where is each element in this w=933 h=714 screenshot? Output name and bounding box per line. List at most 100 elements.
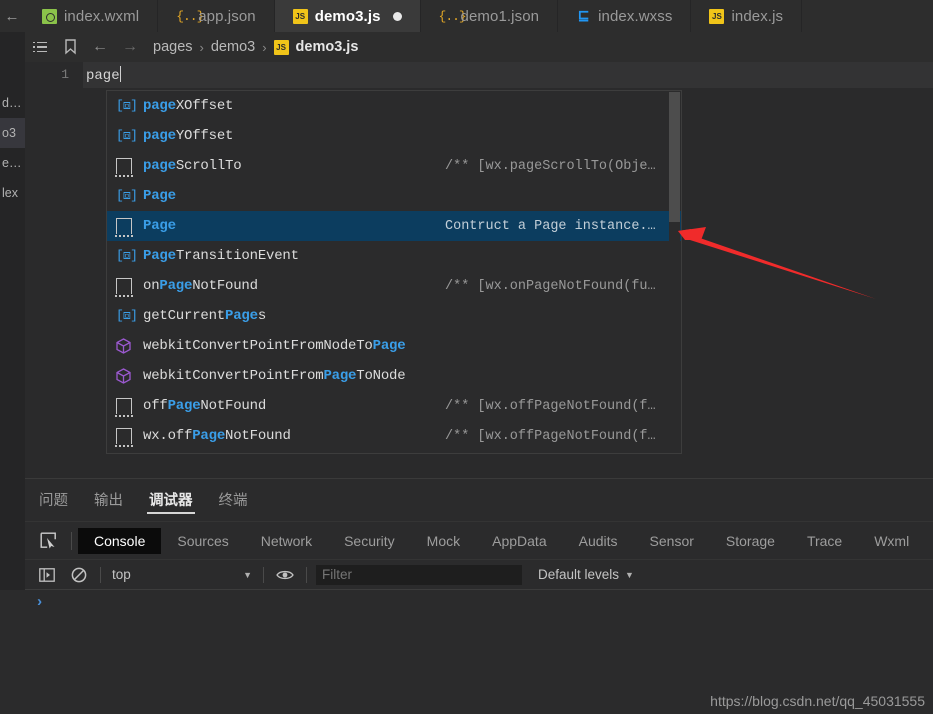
js-file-icon: JS bbox=[709, 8, 725, 24]
ide-panel-tab[interactable]: 调试器 bbox=[147, 479, 194, 521]
breadcrumb-segment-demo3[interactable]: demo3 bbox=[211, 39, 255, 55]
autocomplete-item[interactable]: onPageNotFound /** [wx.onPageNotFound(fu… bbox=[107, 271, 681, 301]
breadcrumb-gutter bbox=[0, 32, 25, 62]
property-icon: [⧈] bbox=[116, 188, 138, 203]
list-outline-icon[interactable] bbox=[25, 32, 55, 62]
editor-tab-label: demo1.json bbox=[460, 7, 540, 25]
autocomplete-item-label: onPageNotFound bbox=[143, 278, 258, 294]
code-text[interactable]: page bbox=[83, 66, 122, 84]
autocomplete-item[interactable]: offPageNotFound /** [wx.offPageNotFound(f… bbox=[107, 391, 681, 421]
code-token-page: page bbox=[86, 68, 120, 84]
bookmark-icon[interactable] bbox=[55, 32, 85, 62]
code-line-1: 1 page bbox=[25, 62, 933, 88]
autocomplete-item[interactable]: [⧈] PageTransitionEvent bbox=[107, 241, 681, 271]
devtools-tab-sources[interactable]: Sources bbox=[161, 528, 244, 554]
property-icon: [⧈] bbox=[116, 98, 138, 113]
editor-tab-demo3-js[interactable]: JS demo3.js bbox=[274, 0, 421, 32]
autocomplete-item[interactable]: webkitConvertPointFromPageToNode bbox=[107, 361, 681, 391]
console-context-select[interactable]: top ▼ bbox=[106, 564, 258, 586]
devtools-tab-mock[interactable]: Mock bbox=[411, 528, 476, 554]
autocomplete-item-hint: /** [wx.onPageNotFound(fu… bbox=[445, 278, 656, 294]
ide-panel-tab[interactable]: 终端 bbox=[219, 479, 248, 521]
editor-tab-index-wxml[interactable]: index.wxml bbox=[24, 0, 159, 32]
tab-scroll-back-icon[interactable]: ← bbox=[0, 0, 24, 32]
toolbar-divider bbox=[100, 566, 101, 583]
autocomplete-item[interactable]: webkitConvertPointFromNodeToPage bbox=[107, 331, 681, 361]
autocomplete-item-label: wx.offPageNotFound bbox=[143, 428, 291, 444]
console-sidebar-icon[interactable] bbox=[31, 560, 63, 590]
snippet-icon bbox=[115, 218, 133, 237]
editor-tab-index-wxss[interactable]: ⊑ index.wxss bbox=[558, 0, 692, 32]
autocomplete-item[interactable]: pageScrollTo /** [wx.pageScrollTo(Obje… bbox=[107, 151, 681, 181]
autocomplete-item[interactable]: [⧈] pageXOffset bbox=[107, 91, 681, 121]
breadcrumb-file-name[interactable]: demo3.js bbox=[296, 39, 359, 55]
devtools-tab-storage[interactable]: Storage bbox=[710, 528, 791, 554]
editor-tab-demo1-json[interactable]: {..} demo1.json bbox=[420, 0, 559, 32]
console-levels-value: Default levels bbox=[538, 567, 620, 582]
editor-tab-label: demo3.js bbox=[314, 7, 381, 25]
ide-panel-tabs: 问题 输出 调试器 终端 bbox=[25, 479, 933, 521]
explorer-item[interactable]: d… bbox=[0, 88, 25, 118]
autocomplete-item-label: Page bbox=[143, 218, 176, 234]
nav-back-icon[interactable]: ← bbox=[85, 38, 115, 56]
cube-icon bbox=[116, 368, 136, 384]
console-output-area[interactable]: › https://blog.csdn.net/qq_45031555 bbox=[0, 589, 933, 714]
wxss-file-icon: ⊑ bbox=[577, 8, 590, 24]
devtools-tab-bar: Console Sources Network Security Mock AppData… bbox=[25, 521, 933, 559]
snippet-icon bbox=[115, 158, 133, 177]
autocomplete-item[interactable]: [⧈] Page bbox=[107, 181, 681, 211]
text-caret bbox=[119, 66, 122, 82]
autocomplete-item[interactable]: Page Contruct a Page instance.… bbox=[107, 211, 681, 241]
breadcrumb-separator: › bbox=[199, 39, 204, 55]
devtools-tab-security[interactable]: Security bbox=[328, 528, 411, 554]
live-expression-eye-icon[interactable] bbox=[269, 560, 301, 590]
toolbar-divider bbox=[71, 531, 72, 550]
clear-console-icon[interactable] bbox=[63, 560, 95, 590]
explorer-item[interactable]: lex bbox=[0, 178, 25, 208]
ide-panel-tab[interactable]: 输出 bbox=[94, 479, 123, 521]
devtools-tab-console[interactable]: Console bbox=[78, 527, 162, 554]
devtools-tab-wxml[interactable]: Wxml bbox=[858, 528, 925, 554]
autocomplete-item[interactable]: [⧈] pageYOffset bbox=[107, 121, 681, 151]
snippet-icon bbox=[115, 158, 136, 177]
console-filter-input[interactable] bbox=[316, 564, 522, 585]
toolbar-divider bbox=[306, 566, 307, 583]
autocomplete-popup[interactable]: [⧈] pageXOffset [⧈] pageYOffset pageScrollTo… bbox=[106, 90, 682, 454]
devtools-tab-sensor[interactable]: Sensor bbox=[634, 528, 710, 554]
json-file-icon: {..} bbox=[438, 8, 467, 24]
console-context-value: top bbox=[112, 567, 131, 582]
snippet-icon bbox=[115, 398, 136, 417]
js-file-icon: JS bbox=[292, 8, 308, 24]
cube-icon bbox=[116, 338, 136, 354]
devtools-tab-appdata[interactable]: AppData bbox=[476, 528, 562, 554]
scrollbar-thumb[interactable] bbox=[669, 92, 680, 222]
console-toolbar: top ▼ Default levels ▼ bbox=[25, 559, 933, 589]
watermark-url: https://blog.csdn.net/qq_45031555 bbox=[710, 693, 925, 709]
chevron-down-icon: ▼ bbox=[625, 569, 634, 580]
devtools-tab-audits[interactable]: Audits bbox=[563, 528, 634, 554]
console-prompt-row[interactable]: › bbox=[25, 590, 933, 614]
explorer-item[interactable]: e… bbox=[0, 148, 25, 178]
line-number: 1 bbox=[25, 62, 83, 88]
autocomplete-scrollbar[interactable] bbox=[669, 92, 680, 453]
unsaved-changes-dot-icon[interactable] bbox=[392, 11, 402, 21]
snippet-icon bbox=[115, 398, 133, 417]
editor-tab-app-json[interactable]: {..} app.json bbox=[158, 0, 275, 32]
devtools-tab-trace[interactable]: Trace bbox=[791, 528, 858, 554]
property-icon: [⧈] bbox=[116, 128, 138, 143]
editor-tab-index-js[interactable]: JS index.js bbox=[691, 0, 803, 32]
editor-tab-label: index.wxss bbox=[598, 7, 673, 25]
editor-tab-label: index.wxml bbox=[64, 7, 140, 25]
devtools-tab-network[interactable]: Network bbox=[245, 528, 328, 554]
ide-panel-tab[interactable]: 问题 bbox=[39, 479, 68, 521]
breadcrumb-segment-pages[interactable]: pages bbox=[153, 39, 193, 55]
autocomplete-item[interactable]: [⧈] getCurrentPages bbox=[107, 301, 681, 331]
console-levels-select[interactable]: Default levels ▼ bbox=[538, 567, 634, 582]
autocomplete-item-hint: /** [wx.offPageNotFound(f… bbox=[445, 398, 656, 414]
autocomplete-item-label: pageScrollTo bbox=[143, 158, 242, 174]
nav-forward-icon[interactable]: → bbox=[115, 38, 145, 56]
inspect-element-icon[interactable] bbox=[31, 522, 65, 560]
explorer-item[interactable]: o3 bbox=[0, 118, 25, 148]
autocomplete-item[interactable]: wx.offPageNotFound /** [wx.offPageNotFoun… bbox=[107, 421, 681, 451]
autocomplete-item-label: Page bbox=[143, 188, 176, 204]
